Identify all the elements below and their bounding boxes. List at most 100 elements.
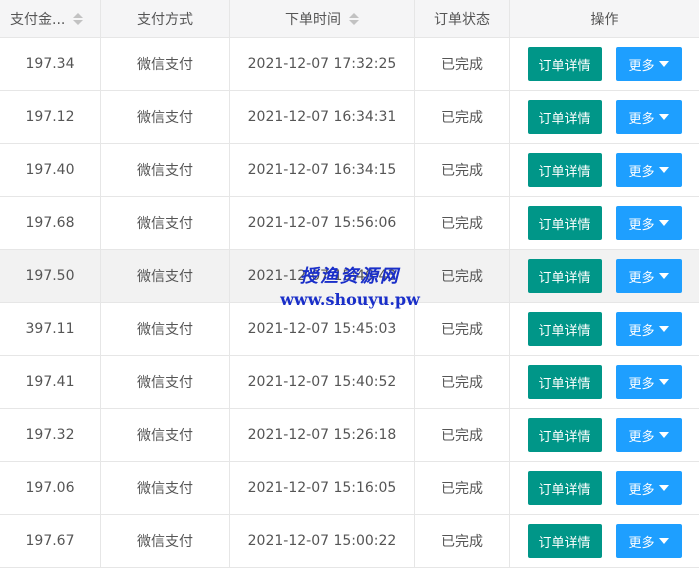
sort-icon[interactable] [349, 12, 359, 25]
amount-value: 197.06 [25, 480, 75, 496]
order-detail-button[interactable]: 订单详情 [527, 259, 602, 293]
order-detail-button[interactable]: 订单详情 [527, 524, 602, 558]
status-cell: 已完成 [415, 409, 510, 461]
order-detail-button[interactable]: 订单详情 [527, 365, 602, 399]
status-cell: 已完成 [415, 38, 510, 90]
method-cell: 微信支付 [101, 144, 230, 196]
table-header: 支付金... 支付方式 下单时间 订单状态 操作 [0, 0, 699, 38]
caret-down-icon [658, 379, 669, 385]
status-value: 已完成 [441, 110, 483, 126]
method-value: 微信支付 [137, 216, 193, 232]
more-label: 更多 [628, 58, 655, 74]
order-detail-button[interactable]: 订单详情 [527, 100, 602, 134]
order-detail-button[interactable]: 订单详情 [527, 153, 602, 187]
status-value: 已完成 [441, 163, 483, 179]
caret-down-icon [658, 538, 669, 544]
more-label: 更多 [628, 376, 655, 392]
method-cell: 微信支付 [101, 38, 230, 90]
more-button[interactable]: 更多 [615, 418, 682, 452]
method-cell: 微信支付 [101, 462, 230, 514]
caret-down-icon [658, 485, 669, 491]
actions-cell: 订单详情 更多 [510, 91, 699, 143]
more-button[interactable]: 更多 [615, 259, 682, 293]
caret-down-icon [658, 167, 669, 173]
more-button[interactable]: 更多 [615, 524, 682, 558]
table-row: 197.50 微信支付 2021-12-07 15:46:43 已完成 订单详情… [0, 250, 699, 303]
more-label: 更多 [628, 111, 655, 127]
method-value: 微信支付 [137, 428, 193, 444]
method-cell: 微信支付 [101, 197, 230, 249]
time-cell: 2021-12-07 15:46:43 [230, 250, 415, 302]
more-button[interactable]: 更多 [615, 312, 682, 346]
order-detail-label: 订单详情 [538, 482, 591, 498]
amount-cell: 197.50 [0, 250, 101, 302]
caret-down-icon [658, 432, 669, 438]
time-value: 2021-12-07 15:45:03 [247, 321, 397, 337]
more-button[interactable]: 更多 [615, 206, 682, 240]
time-value: 2021-12-07 15:56:06 [247, 215, 397, 231]
sort-icon[interactable] [73, 12, 84, 25]
more-label: 更多 [628, 217, 655, 233]
header-status: 订单状态 [415, 0, 510, 37]
amount-cell: 197.32 [0, 409, 101, 461]
more-button[interactable]: 更多 [615, 47, 682, 81]
status-cell: 已完成 [415, 91, 510, 143]
actions-cell: 订单详情 更多 [510, 38, 699, 90]
amount-value: 197.41 [25, 374, 75, 390]
actions-cell: 订单详情 更多 [510, 462, 699, 514]
actions-cell: 订单详情 更多 [510, 144, 699, 196]
method-cell: 微信支付 [101, 409, 230, 461]
caret-down-icon [658, 273, 669, 279]
more-label: 更多 [628, 164, 655, 180]
amount-value: 197.12 [25, 109, 75, 125]
method-value: 微信支付 [137, 57, 193, 73]
status-cell: 已完成 [415, 515, 510, 567]
order-detail-label: 订单详情 [538, 429, 591, 445]
caret-down-icon [658, 61, 669, 67]
amount-value: 197.67 [25, 533, 75, 549]
amount-cell: 197.41 [0, 356, 101, 408]
order-detail-label: 订单详情 [538, 111, 591, 127]
header-amount-label: 支付金... [10, 11, 66, 28]
amount-value: 197.32 [25, 427, 75, 443]
order-detail-label: 订单详情 [538, 535, 591, 551]
order-detail-button[interactable]: 订单详情 [527, 471, 602, 505]
time-cell: 2021-12-07 17:32:25 [230, 38, 415, 90]
order-detail-button[interactable]: 订单详情 [527, 47, 602, 81]
more-button[interactable]: 更多 [615, 100, 682, 134]
order-detail-label: 订单详情 [538, 270, 591, 286]
table-row: 197.12 微信支付 2021-12-07 16:34:31 已完成 订单详情… [0, 91, 699, 144]
method-cell: 微信支付 [101, 303, 230, 355]
header-actions-label: 操作 [590, 11, 619, 28]
caret-down-icon [658, 326, 669, 332]
more-label: 更多 [628, 323, 655, 339]
time-value: 2021-12-07 16:34:31 [247, 109, 397, 125]
more-button[interactable]: 更多 [615, 365, 682, 399]
more-button[interactable]: 更多 [615, 153, 682, 187]
header-amount[interactable]: 支付金... [0, 0, 101, 37]
status-cell: 已完成 [415, 250, 510, 302]
amount-cell: 197.40 [0, 144, 101, 196]
more-label: 更多 [628, 429, 655, 445]
time-value: 2021-12-07 15:00:22 [247, 533, 397, 549]
table-row: 197.34 微信支付 2021-12-07 17:32:25 已完成 订单详情… [0, 38, 699, 91]
more-button[interactable]: 更多 [615, 471, 682, 505]
more-label: 更多 [628, 270, 655, 286]
method-value: 微信支付 [137, 110, 193, 126]
table-row: 197.40 微信支付 2021-12-07 16:34:15 已完成 订单详情… [0, 144, 699, 197]
header-time[interactable]: 下单时间 [230, 0, 415, 37]
status-value: 已完成 [441, 428, 483, 444]
order-detail-label: 订单详情 [538, 323, 591, 339]
method-cell: 微信支付 [101, 250, 230, 302]
status-value: 已完成 [441, 322, 483, 338]
order-detail-label: 订单详情 [538, 58, 591, 74]
order-detail-button[interactable]: 订单详情 [527, 418, 602, 452]
amount-cell: 197.67 [0, 515, 101, 567]
table-row: 197.67 微信支付 2021-12-07 15:00:22 已完成 订单详情… [0, 515, 699, 568]
time-cell: 2021-12-07 15:00:22 [230, 515, 415, 567]
order-detail-button[interactable]: 订单详情 [527, 206, 602, 240]
caret-down-icon [658, 220, 669, 226]
table-row: 197.41 微信支付 2021-12-07 15:40:52 已完成 订单详情… [0, 356, 699, 409]
table-row: 197.32 微信支付 2021-12-07 15:26:18 已完成 订单详情… [0, 409, 699, 462]
order-detail-button[interactable]: 订单详情 [527, 312, 602, 346]
